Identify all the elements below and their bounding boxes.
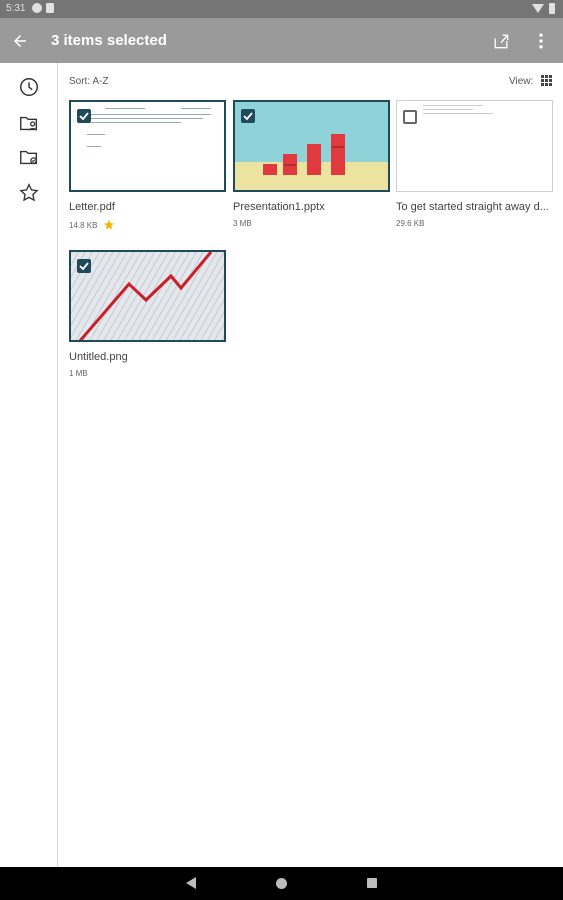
sort-button[interactable]: Sort: A-Z: [69, 76, 108, 87]
file-name: Untitled.png: [69, 351, 128, 363]
file-card-presentation[interactable]: Presentation1.pptx 3 MB: [233, 100, 390, 228]
nav-offline[interactable]: [15, 143, 43, 171]
battery-icon: [549, 3, 555, 14]
arrow-back-icon: [14, 35, 26, 47]
star-filled-icon: [104, 220, 115, 230]
file-name: To get started straight away d...: [396, 201, 549, 213]
starred-icon: [19, 183, 39, 202]
notification-sd-icon: [46, 3, 54, 13]
nav-starred[interactable]: [15, 179, 43, 207]
status-notification-icons: [32, 3, 54, 13]
file-size: 29.6 KB: [396, 219, 425, 228]
nav-recent[interactable]: [15, 73, 43, 101]
selection-count-title: 3 items selected: [51, 32, 167, 49]
offline-folder-icon: [20, 150, 38, 165]
view-label: View:: [509, 76, 534, 87]
more-options-button[interactable]: [527, 27, 555, 55]
presentation-preview-image: [235, 134, 388, 190]
file-meta: 1 MB: [69, 369, 88, 378]
nav-back-icon[interactable]: [186, 877, 196, 889]
file-meta: 3 MB: [233, 219, 252, 228]
file-card-untitled[interactable]: Untitled.png 1 MB: [69, 250, 226, 378]
selection-checkbox[interactable]: [241, 109, 255, 123]
top-app-bar: 3 items selected: [0, 18, 563, 63]
share-icon: [494, 34, 509, 49]
file-thumbnail[interactable]: [69, 250, 226, 342]
wifi-icon: [532, 4, 544, 13]
nav-shared[interactable]: [15, 109, 43, 137]
file-size: 3 MB: [233, 219, 252, 228]
selection-checkbox[interactable]: [403, 110, 417, 124]
nav-home-icon[interactable]: [276, 878, 287, 889]
app-screen: 5:31 3 items selected Sort: A-Z View: Le…: [0, 0, 563, 900]
file-card-letter[interactable]: Letter.pdf 14.8 KB: [69, 100, 226, 230]
selection-checkbox[interactable]: [77, 259, 91, 273]
chart-preview-image: [71, 252, 224, 340]
grid-view-icon[interactable]: [541, 75, 552, 86]
nav-recents-icon[interactable]: [367, 878, 377, 888]
file-thumbnail[interactable]: [396, 100, 553, 192]
file-meta: 14.8 KB: [69, 219, 115, 231]
back-button[interactable]: [6, 27, 34, 55]
more-vert-icon: [539, 33, 543, 49]
file-name: Presentation1.pptx: [233, 201, 325, 213]
file-thumbnail[interactable]: [233, 100, 390, 192]
recent-clock-icon: [20, 78, 38, 96]
side-navigation-rail: [0, 63, 58, 867]
file-browser: Sort: A-Z View: Letter.pdf 14.8 KB Prese…: [58, 63, 563, 867]
file-size: 14.8 KB: [69, 220, 98, 230]
file-size: 1 MB: [69, 369, 88, 378]
file-thumbnail[interactable]: [69, 100, 226, 192]
selection-checkbox[interactable]: [77, 109, 91, 123]
status-bar: 5:31: [0, 0, 563, 18]
status-time: 5:31: [6, 3, 26, 14]
file-name: Letter.pdf: [69, 201, 115, 213]
file-meta: 29.6 KB: [396, 219, 424, 228]
system-navigation-bar: [0, 867, 563, 900]
shared-folder-icon: [20, 116, 38, 131]
share-button[interactable]: [487, 27, 515, 55]
file-card-get-started[interactable]: To get started straight away d... 29.6 K…: [396, 100, 553, 228]
status-system-icons: [532, 3, 555, 14]
notification-app-icon: [32, 3, 42, 13]
